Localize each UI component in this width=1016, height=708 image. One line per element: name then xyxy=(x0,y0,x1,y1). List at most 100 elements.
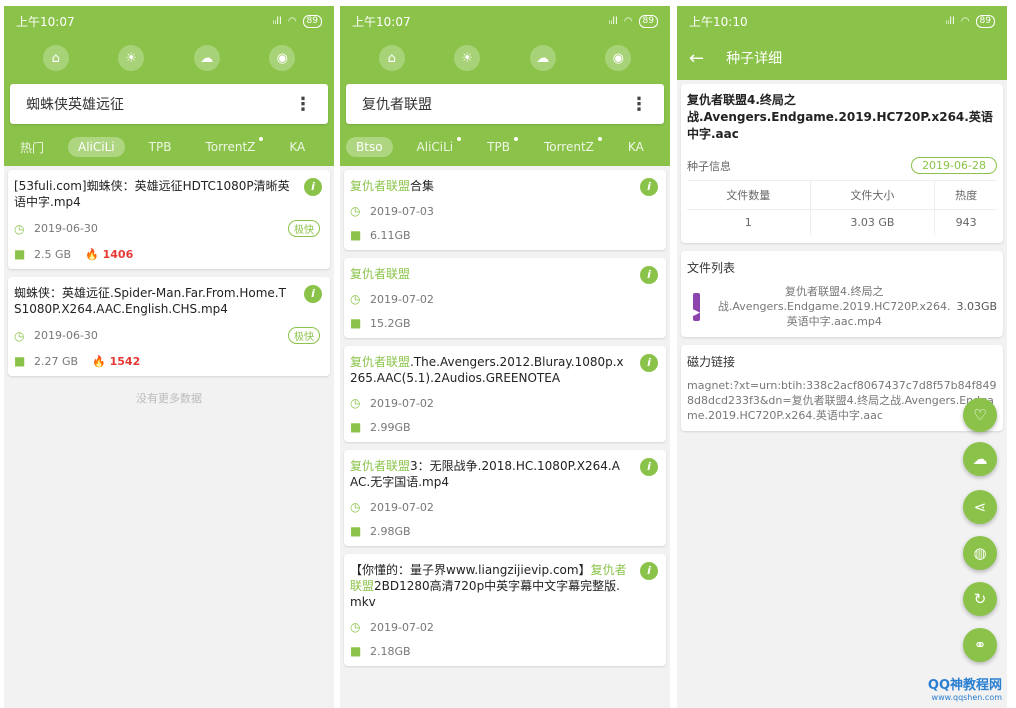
size-row: ■ 2.5 GB 🔥 1406 xyxy=(14,247,320,261)
sun-icon[interactable]: ☀ xyxy=(454,45,481,71)
size-row: ■ 2.18GB xyxy=(350,644,656,658)
new-dot xyxy=(259,137,264,141)
sun-icon[interactable]: ☀ xyxy=(118,45,145,71)
tab-tpb[interactable]: TPB xyxy=(477,137,520,157)
result-list: 复仇者联盟合集 i ◷ 2019-07-03 ■ 6.11GB 复仇者联盟 i ◷ 2… xyxy=(340,166,670,678)
tab-label: TorrentZ xyxy=(543,140,594,154)
status-bar: 上午10:10 ᵢᵢll ◠ 89 xyxy=(677,6,1007,36)
file-size: 3.03 GB xyxy=(809,209,935,235)
list-item[interactable]: 复仇者联盟3：无限战争.2018.HC.1080P.X264.AAC.无字国语.… xyxy=(344,450,666,546)
detail-toolbar: ← 种子详细 xyxy=(677,36,1007,80)
info-icon[interactable]: i xyxy=(640,562,658,580)
favorite-icon[interactable]: ♡ xyxy=(963,398,997,432)
result-title: 复仇者联盟合集 xyxy=(350,178,656,194)
watermark-url: www.qqshen.com xyxy=(931,693,1002,702)
info-icon[interactable]: i xyxy=(640,266,658,284)
result-size: 2.18GB xyxy=(370,644,411,658)
list-item[interactable]: 复仇者联盟 i ◷ 2019-07-02 ■ 15.2GB xyxy=(344,258,666,338)
fire-icon: 🔥 xyxy=(92,354,106,368)
list-item[interactable]: [53fuli.com]蜘蛛侠：英雄远征HDTC1080P清晰英语中字.mp4 … xyxy=(8,170,330,269)
status-right: ᵢᵢll ◠ 89 xyxy=(945,14,995,28)
list-item[interactable]: 复仇者联盟.The.Avengers.2012.Bluray.1080p.x26… xyxy=(344,346,666,442)
new-dot xyxy=(457,137,462,141)
back-arrow-icon[interactable]: ← xyxy=(689,48,704,69)
tab-alicili[interactable]: AliCiLi xyxy=(407,137,464,157)
fire-icon: 🔥 xyxy=(85,247,99,261)
tab-label: TorrentZ xyxy=(205,140,256,154)
heat-value: 943 xyxy=(934,209,997,235)
rss-icon[interactable]: ◉ xyxy=(269,45,296,71)
more-options-icon[interactable]: ⋮ xyxy=(630,94,648,115)
title-suffix: 合集 xyxy=(410,179,435,193)
weather-icon[interactable]: ☁ xyxy=(529,45,556,71)
tab-btso[interactable]: Btso xyxy=(346,137,393,157)
top-icon-bar: ⌂ ☀ ☁ ◉ xyxy=(4,36,334,80)
screen-search-spiderman: 上午10:07 ᵢᵢll ◠ 89 ⌂ ☀ ☁ ◉ 蜘蛛侠英雄远征 ⋮ 热门 A… xyxy=(4,6,334,708)
cloud-download-icon[interactable]: ☁ xyxy=(963,442,997,476)
home-icon[interactable]: ⌂ xyxy=(378,45,405,71)
magnet-link[interactable]: magnet:?xt=urn:btih:338c2acf8067437c7d8f… xyxy=(687,378,997,423)
refresh-icon[interactable]: ↻ xyxy=(963,582,997,616)
source-tabs: Btso AliCiLi TPB TorrentZ KA ☰ xyxy=(340,128,670,166)
list-item[interactable]: 蜘蛛侠：英雄远征.Spider-Man.Far.From.Home.TS1080… xyxy=(8,277,330,376)
info-icon[interactable]: i xyxy=(640,178,658,196)
result-size: 2.99GB xyxy=(370,420,411,434)
tab-hot[interactable]: 热门 xyxy=(10,136,54,159)
tab-torrentz[interactable]: TorrentZ xyxy=(534,137,604,157)
link-icon[interactable]: ⚭ xyxy=(963,628,997,662)
header-file-count: 文件数量 xyxy=(687,180,811,210)
app-header: 上午10:07 ᵢᵢll ◠ 89 ⌂ ☀ ☁ ◉ 复仇者联盟 ⋮ Btso A… xyxy=(340,6,670,166)
folder-icon: ■ xyxy=(350,316,362,330)
info-icon[interactable]: i xyxy=(640,354,658,372)
watermark-brand: QQ神教程网 xyxy=(927,678,1002,693)
no-more-data: 没有更多数据 xyxy=(136,392,202,405)
tab-torrentz[interactable]: TorrentZ xyxy=(195,137,265,157)
info-icon[interactable]: i xyxy=(304,285,322,303)
tab-ka[interactable]: KA xyxy=(279,137,315,157)
date-row: ◷ 2019-06-30 极快 xyxy=(14,220,320,237)
seed-info-label: 种子信息 xyxy=(687,159,731,173)
result-size: 2.27 GB xyxy=(34,354,79,368)
share-icon[interactable]: ⋖ xyxy=(963,490,997,524)
weather-icon[interactable]: ☁ xyxy=(193,45,220,71)
search-input[interactable]: 蜘蛛侠英雄远征 ⋮ xyxy=(10,84,328,124)
search-input[interactable]: 复仇者联盟 ⋮ xyxy=(346,84,664,124)
status-right: ᵢᵢll ◠ 89 xyxy=(609,14,658,28)
stats-header-row: 文件数量 文件大小 热度 xyxy=(687,180,997,210)
tab-alicili[interactable]: AliCiLi xyxy=(68,137,125,157)
date-row: ◷ 2019-07-02 xyxy=(350,292,656,306)
rss-icon[interactable]: ◉ xyxy=(605,45,632,71)
folder-icon: ■ xyxy=(350,644,362,658)
page-title: 种子详细 xyxy=(726,51,783,67)
watermark: QQ神教程网 www.qqshen.com xyxy=(928,674,1002,702)
info-icon[interactable]: i xyxy=(304,178,322,196)
browser-icon[interactable]: ◍ xyxy=(963,536,997,570)
header-heat: 热度 xyxy=(934,180,997,210)
title-prefix: 【你懂的：量子界www.liangzijievip.com】 xyxy=(350,563,591,577)
info-icon[interactable]: i xyxy=(640,458,658,476)
tab-label: TPB xyxy=(487,140,510,154)
media-file-icon: ▶ xyxy=(693,292,700,321)
result-title: 【你懂的：量子界www.liangzijievip.com】复仇者联盟2BD12… xyxy=(350,562,656,610)
tab-tpb[interactable]: TPB xyxy=(139,137,182,157)
new-dot xyxy=(513,137,518,141)
result-date: 2019-07-02 xyxy=(370,620,434,634)
more-options-icon[interactable]: ⋮ xyxy=(294,94,312,115)
date-row: ◷ 2019-07-02 xyxy=(350,500,656,514)
tab-ka[interactable]: KA xyxy=(618,137,654,157)
app-header: 上午10:10 ᵢᵢll ◠ 89 ← 种子详细 xyxy=(677,6,1007,80)
folder-icon: ■ xyxy=(14,354,26,368)
list-item[interactable]: 复仇者联盟合集 i ◷ 2019-07-03 ■ 6.11GB xyxy=(344,170,666,250)
list-item[interactable]: 【你懂的：量子界www.liangzijievip.com】复仇者联盟2BD12… xyxy=(344,554,666,666)
signal-icon: ᵢᵢll xyxy=(945,15,955,27)
date-row: ◷ 2019-06-30 极快 xyxy=(14,327,320,344)
menu-icon[interactable]: ☰ xyxy=(329,136,334,158)
file-row[interactable]: ▶ 复仇者联盟4.终局之战.Avengers.Endgame.2019.HC72… xyxy=(687,284,997,329)
wifi-icon: ◠ xyxy=(960,15,970,27)
menu-icon[interactable]: ☰ xyxy=(667,136,670,158)
home-icon[interactable]: ⌂ xyxy=(42,45,69,71)
result-size: 15.2GB xyxy=(370,316,411,330)
size-row: ■ 2.99GB xyxy=(350,420,656,434)
new-dot xyxy=(597,137,602,141)
stats-table: 文件数量 文件大小 热度 1 3.03 GB 943 xyxy=(687,180,997,235)
